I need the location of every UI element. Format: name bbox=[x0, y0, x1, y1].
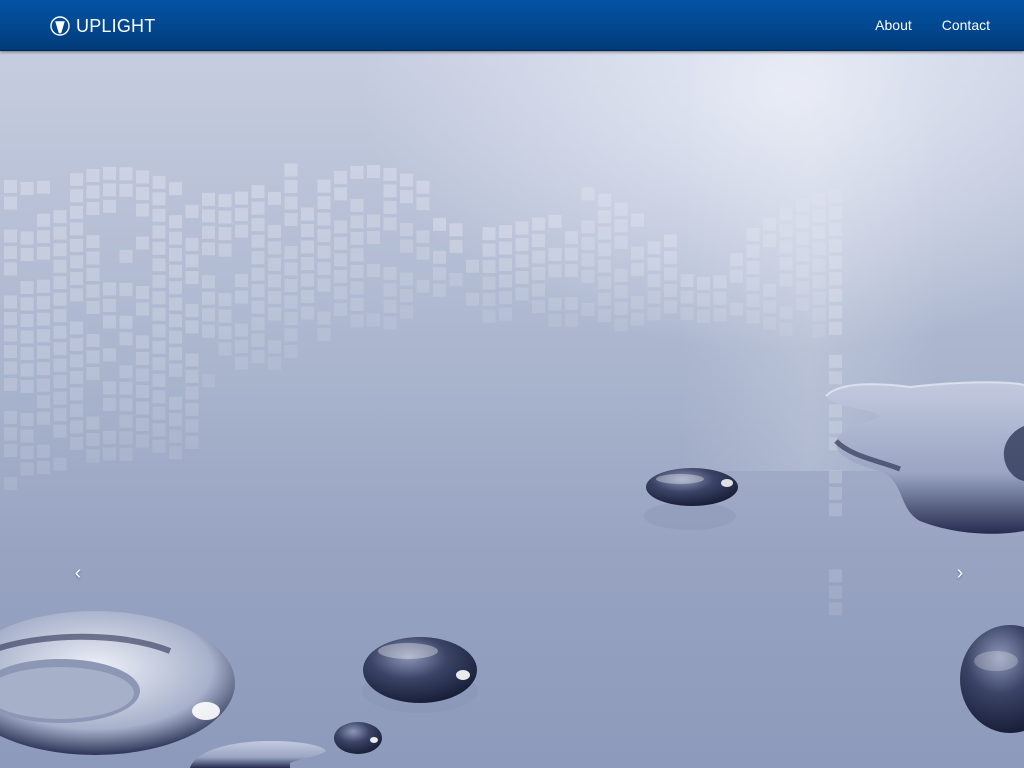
slide-background-image bbox=[0, 51, 1024, 768]
carousel-slide: ‹ › bbox=[0, 51, 1024, 768]
page: UPLIGHT About Contact ‹ › bbox=[0, 0, 1024, 768]
nav-link-contact[interactable]: Contact bbox=[942, 17, 990, 33]
carousel-prev-button[interactable]: ‹ bbox=[66, 559, 90, 587]
uplight-logo-icon bbox=[50, 16, 70, 36]
brand-name: UPLIGHT bbox=[76, 16, 156, 36]
carousel-next-button[interactable]: › bbox=[948, 559, 972, 587]
nav-link-about[interactable]: About bbox=[875, 17, 912, 33]
nav-links: About Contact bbox=[845, 0, 990, 50]
brand-link[interactable]: UPLIGHT bbox=[50, 14, 155, 38]
top-navbar: UPLIGHT About Contact bbox=[0, 0, 1024, 51]
